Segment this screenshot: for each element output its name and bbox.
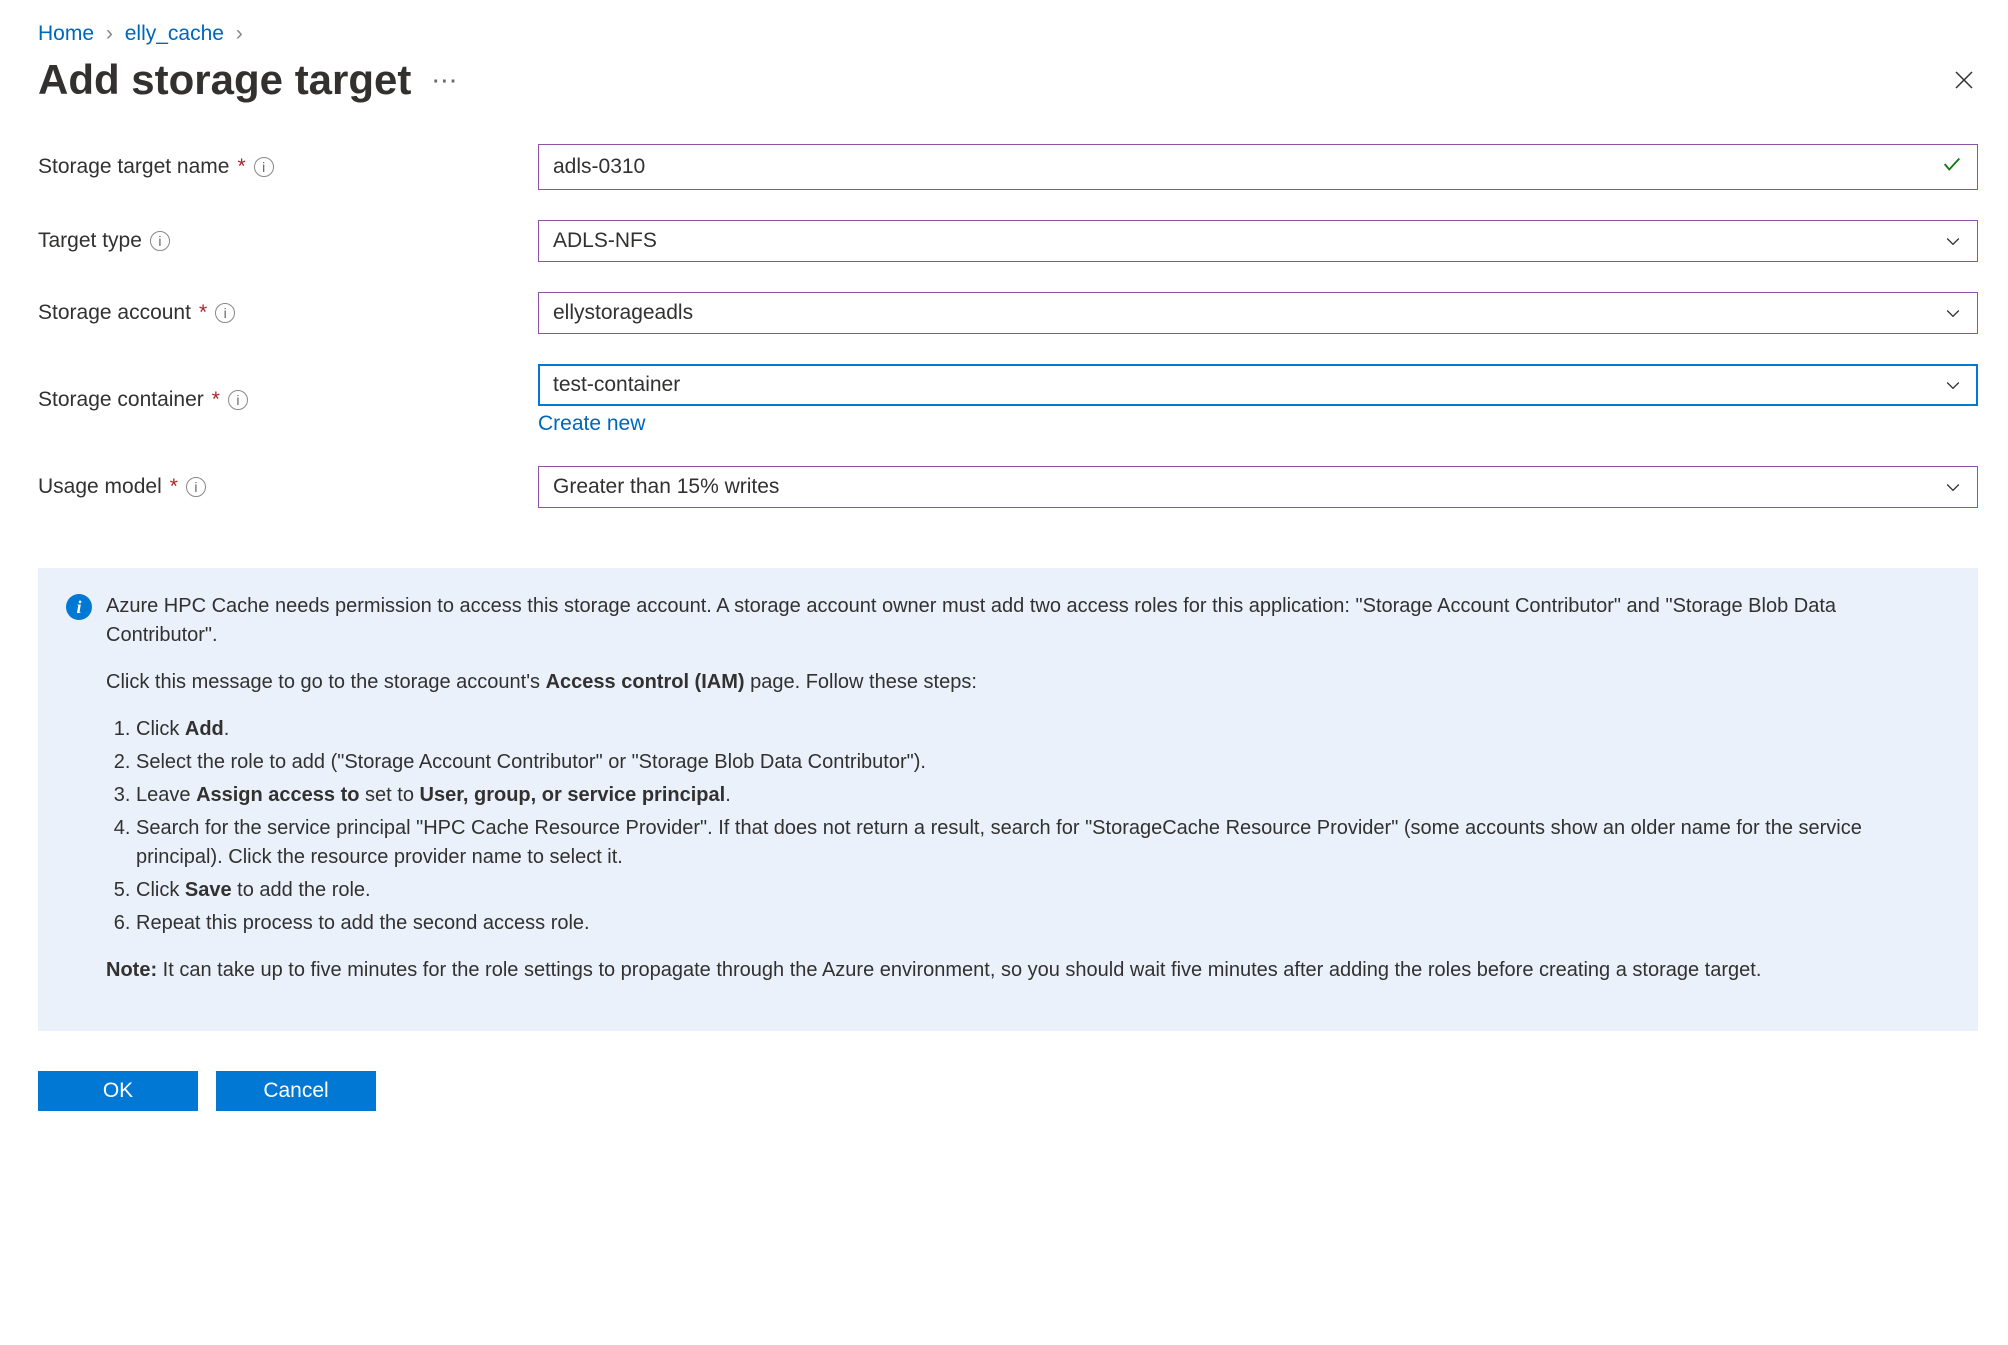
chevron-right-icon: › [106, 22, 113, 45]
info-message[interactable]: i Azure HPC Cache needs permission to ac… [38, 568, 1978, 1031]
cancel-button[interactable]: Cancel [216, 1071, 376, 1111]
info-step-1: Click Add. [136, 715, 1950, 744]
breadcrumb-parent[interactable]: elly_cache [125, 22, 224, 45]
info-para-2: Click this message to go to the storage … [106, 668, 1950, 697]
info-step-5: Click Save to add the role. [136, 876, 1950, 905]
info-step-4: Search for the service principal "HPC Ca… [136, 814, 1950, 872]
required-asterisk: * [199, 301, 207, 325]
label-usage-model: Usage model * i [38, 466, 538, 508]
breadcrumb: Home › elly_cache › [38, 22, 1978, 46]
chevron-down-icon [1943, 375, 1963, 395]
more-menu-icon[interactable]: ⋯ [431, 65, 459, 96]
info-step-3: Leave Assign access to set to User, grou… [136, 781, 1950, 810]
breadcrumb-home[interactable]: Home [38, 22, 94, 45]
required-asterisk: * [170, 475, 178, 499]
chevron-down-icon [1943, 477, 1963, 497]
required-asterisk: * [212, 388, 220, 412]
storage-target-name-input[interactable]: adls-0310 [538, 144, 1978, 190]
required-asterisk: * [237, 155, 245, 179]
close-icon [1952, 68, 1976, 92]
usage-model-select[interactable]: Greater than 15% writes [538, 466, 1978, 508]
label-storage-container: Storage container * i [38, 364, 538, 436]
check-icon [1941, 153, 1963, 181]
footer-actions: OK Cancel [38, 1071, 1978, 1111]
info-step-2: Select the role to add ("Storage Account… [136, 748, 1950, 777]
info-step-6: Repeat this process to add the second ac… [136, 909, 1950, 938]
storage-container-select[interactable]: test-container [538, 364, 1978, 406]
info-icon[interactable]: i [215, 303, 235, 323]
storage-account-select[interactable]: ellystorageadls [538, 292, 1978, 334]
form: Storage target name * i adls-0310 Target… [38, 144, 1978, 508]
info-icon[interactable]: i [228, 390, 248, 410]
info-icon[interactable]: i [186, 477, 206, 497]
info-icon[interactable]: i [254, 157, 274, 177]
chevron-down-icon [1943, 231, 1963, 251]
close-button[interactable] [1950, 66, 1978, 94]
label-target-type: Target type i [38, 220, 538, 262]
create-new-link[interactable]: Create new [538, 412, 1978, 436]
chevron-right-icon: › [236, 22, 243, 45]
label-storage-target-name: Storage target name * i [38, 144, 538, 190]
label-storage-account: Storage account * i [38, 292, 538, 334]
ok-button[interactable]: OK [38, 1071, 198, 1111]
info-note: Note: It can take up to five minutes for… [106, 956, 1950, 985]
chevron-down-icon [1943, 303, 1963, 323]
page-header: Add storage target ⋯ [38, 56, 1978, 104]
target-type-select[interactable]: ADLS-NFS [538, 220, 1978, 262]
info-para-1: Azure HPC Cache needs permission to acce… [106, 592, 1950, 650]
info-icon[interactable]: i [150, 231, 170, 251]
info-steps: Click Add. Select the role to add ("Stor… [106, 715, 1950, 938]
page-title: Add storage target [38, 56, 411, 104]
info-icon: i [66, 594, 92, 620]
